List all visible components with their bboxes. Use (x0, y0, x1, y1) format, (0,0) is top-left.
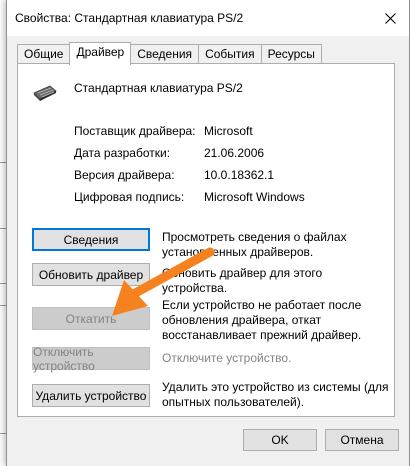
tab-general[interactable]: Общие (17, 44, 71, 65)
driver-details-description: Просмотреть сведения о файлах установлен… (162, 230, 347, 259)
driver-date-label: Дата разработки: (74, 146, 171, 160)
close-icon (384, 12, 396, 24)
driver-version-value: 10.0.18362.1 (204, 168, 275, 182)
uninstall-device-description: Удалить это устройство из системы (для о… (162, 380, 389, 409)
uninstall-device-button[interactable]: Удалить устройство (32, 384, 150, 407)
driver-date-value: 21.06.2006 (204, 146, 265, 160)
ok-button[interactable]: OK (243, 429, 317, 451)
disable-device-button[interactable]: Отключить устройство (32, 345, 150, 373)
tab-driver[interactable]: Драйвер (69, 42, 132, 65)
driver-version-label: Версия драйвера: (74, 168, 175, 182)
device-name: Стандартная клавиатура PS/2 (74, 81, 243, 95)
driver-provider-label: Поставщик драйвера: (74, 124, 196, 138)
digital-signer-label: Цифровая подпись: (74, 190, 185, 204)
tab-events[interactable]: События (198, 44, 262, 65)
close-button[interactable] (377, 6, 403, 30)
update-driver-button[interactable]: Обновить драйвер (32, 263, 150, 286)
title-bar: Свойства: Стандартная клавиатура PS/2 (7, 0, 409, 36)
driver-details-button[interactable]: Сведения (32, 228, 150, 251)
keyboard-icon (33, 85, 57, 101)
cancel-button[interactable]: Отмена (325, 429, 399, 451)
properties-dialog: Свойства: Стандартная клавиатура PS/2 Об… (6, 0, 410, 466)
update-driver-description: Обновить драйвер для этого устройства. (162, 266, 323, 295)
driver-provider-value: Microsoft (204, 124, 253, 138)
window-title: Свойства: Стандартная клавиатура PS/2 (15, 11, 244, 25)
tab-resources[interactable]: Ресурсы (260, 44, 322, 65)
tab-strip: Общие Драйвер Сведения События Ресурсы (17, 42, 322, 65)
driver-tab-panel: Стандартная клавиатура PS/2 Поставщик др… (17, 63, 395, 417)
roll-back-driver-button[interactable]: Откатить (32, 307, 150, 330)
tab-details[interactable]: Сведения (130, 44, 200, 65)
disable-device-description: Отключите устройство. (162, 351, 292, 365)
roll-back-driver-description: Если устройство не работает после обновл… (162, 298, 362, 342)
digital-signer-value: Microsoft Windows (204, 190, 305, 204)
